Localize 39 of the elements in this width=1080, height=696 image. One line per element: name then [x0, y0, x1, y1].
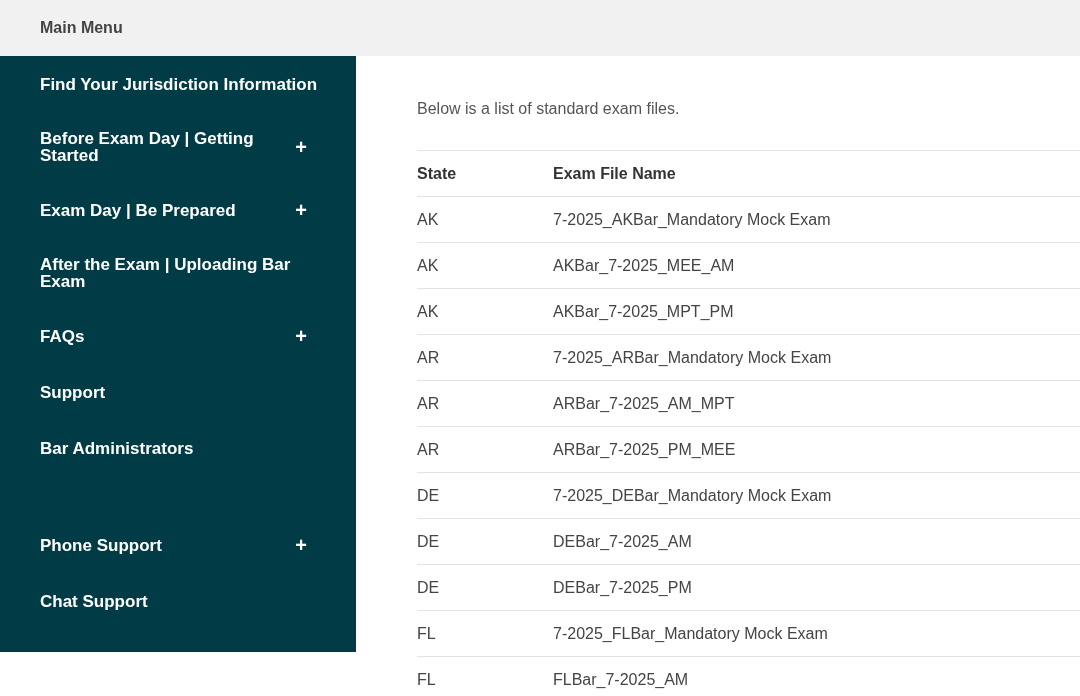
column-header: State [417, 150, 553, 197]
menu-item[interactable]: Phone Support [40, 536, 285, 554]
table-cell: AK [417, 196, 553, 243]
table-cell: 7-2025_AKBar_Mandatory Mock Exam [553, 196, 1080, 243]
expand-toggle[interactable]: + [295, 535, 307, 555]
menu-item[interactable]: Find Your Jurisdiction Information [40, 75, 325, 93]
table-cell: AKBar_7-2025_MEE_AM [553, 242, 1080, 289]
main-menu-title: Main Menu [40, 19, 123, 37]
expand-toggle[interactable]: + [295, 326, 307, 346]
table-cell: 7-2025_DEBar_Mandatory Mock Exam [553, 472, 1080, 519]
menu-item[interactable]: After the Exam | Uploading Bar Exam [40, 256, 325, 290]
table-cell: AR [417, 426, 553, 473]
table-cell: AR [417, 334, 553, 381]
table-cell: 7-2025_ARBar_Mandatory Mock Exam [553, 334, 1080, 381]
menu-item[interactable]: FAQs [40, 327, 285, 345]
table-cell: AK [417, 288, 553, 335]
table-cell: FLBar_7-2025_AM [553, 656, 1080, 696]
table-cell: ARBar_7-2025_AM_MPT [553, 380, 1080, 427]
intro-text: Below is a list of standard exam files. [417, 100, 681, 118]
menu-item[interactable]: Bar Administrators [40, 439, 325, 457]
table-cell: FL [417, 656, 553, 696]
table-cell: DE [417, 472, 553, 519]
table-cell: DEBar_7-2025_AM [553, 518, 1080, 565]
table-cell: AK [417, 242, 553, 289]
table-cell: DE [417, 564, 553, 611]
column-header: Exam File Name [553, 150, 1080, 197]
table-cell: AKBar_7-2025_MPT_PM [553, 288, 1080, 335]
expand-toggle[interactable]: + [295, 137, 307, 157]
menu-item[interactable]: Before Exam Day | Getting Started [40, 130, 285, 164]
table-cell: DE [417, 518, 553, 565]
table-cell: FL [417, 610, 553, 657]
menu-item[interactable]: Exam Day | Be Prepared [40, 201, 285, 219]
table-cell: DEBar_7-2025_PM [553, 564, 1080, 611]
menu-item[interactable]: Support [40, 383, 325, 401]
expand-toggle[interactable]: + [295, 200, 307, 220]
menu-item[interactable]: Chat Support [40, 592, 325, 610]
table-cell: ARBar_7-2025_PM_MEE [553, 426, 1080, 473]
table-cell: 7-2025_FLBar_Mandatory Mock Exam [553, 610, 1080, 657]
table-cell: AR [417, 380, 553, 427]
